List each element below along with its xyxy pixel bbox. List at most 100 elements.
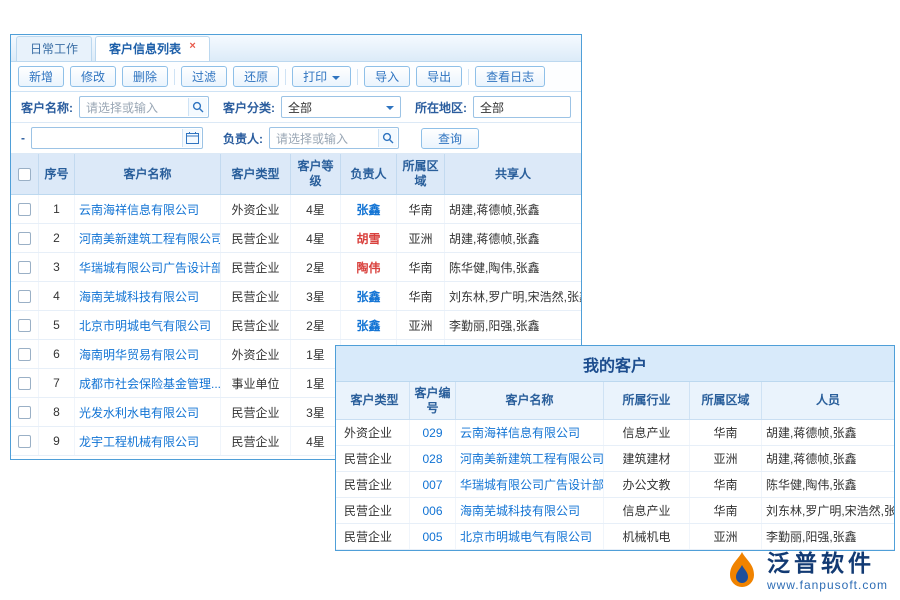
toolbar-button-add[interactable]: 新增 bbox=[18, 66, 64, 87]
toolbar-button-filter[interactable]: 过滤 bbox=[181, 66, 227, 87]
customer-name-link[interactable]: 华瑞城有限公司广告设计部 bbox=[456, 472, 604, 497]
industry: 办公文教 bbox=[604, 472, 690, 497]
my-customer-row[interactable]: 民营企业028河南美新建筑工程有限公司建筑建材亚洲胡建,蒋德帧,张鑫 bbox=[336, 446, 894, 472]
manager-input[interactable]: 请选择或输入 bbox=[269, 127, 399, 149]
header-checkbox-cell bbox=[11, 154, 39, 194]
select-all-checkbox[interactable] bbox=[18, 168, 31, 181]
customer-name-link[interactable]: 龙宇工程机械有限公司 bbox=[75, 427, 221, 455]
toolbar-button-edit[interactable]: 修改 bbox=[70, 66, 116, 87]
header-shared: 共享人 bbox=[445, 154, 581, 194]
table-header: 序号 客户名称 客户类型 客户等级 负责人 所属区域 共享人 bbox=[11, 154, 581, 195]
region: 华南 bbox=[690, 472, 762, 497]
my-customer-row[interactable]: 民营企业007华瑞城有限公司广告设计部办公文教华南陈华健,陶伟,张鑫 bbox=[336, 472, 894, 498]
region: 亚洲 bbox=[690, 446, 762, 471]
customer-name-link[interactable]: 光发水利水电有限公司 bbox=[75, 398, 221, 426]
row-checkbox[interactable] bbox=[18, 232, 31, 245]
customer-name-link[interactable]: 北京市明城电气有限公司 bbox=[456, 524, 604, 549]
region-filter-select[interactable]: 全部 bbox=[473, 96, 571, 118]
customer-name-link[interactable]: 河南美新建筑工程有限公司 bbox=[456, 446, 604, 471]
manager-link[interactable]: 张鑫 bbox=[341, 195, 397, 223]
row-checkbox[interactable] bbox=[18, 203, 31, 216]
toolbar-button-delete[interactable]: 删除 bbox=[122, 66, 168, 87]
toolbar-button-restore[interactable]: 还原 bbox=[233, 66, 279, 87]
customer-level: 1星 bbox=[291, 369, 341, 397]
customer-code-link[interactable]: 007 bbox=[410, 472, 456, 497]
my-customer-row[interactable]: 外资企业029云南海祥信息有限公司信息产业华南胡建,蒋德帧,张鑫 bbox=[336, 420, 894, 446]
tab-customer-list-label: 客户信息列表 bbox=[109, 42, 181, 56]
industry: 信息产业 bbox=[604, 498, 690, 523]
chevron-down-icon bbox=[386, 106, 394, 110]
shared-with: 李勤丽,阳强,张鑫 bbox=[445, 311, 581, 339]
table-row[interactable]: 5北京市明城电气有限公司民营企业2星张鑫亚洲李勤丽,阳强,张鑫 bbox=[11, 311, 581, 340]
row-checkbox-cell bbox=[11, 340, 39, 368]
customer-name-link[interactable]: 河南美新建筑工程有限公司 bbox=[75, 224, 221, 252]
toolbar-button-import[interactable]: 导入 bbox=[364, 66, 410, 87]
row-checkbox[interactable] bbox=[18, 406, 31, 419]
header-region: 所属区域 bbox=[690, 382, 762, 419]
customer-code-link[interactable]: 029 bbox=[410, 420, 456, 445]
customer-code-link[interactable]: 028 bbox=[410, 446, 456, 471]
customer-level: 2星 bbox=[291, 253, 341, 281]
row-checkbox[interactable] bbox=[18, 290, 31, 303]
my-customer-row[interactable]: 民营企业006海南芜城科技有限公司信息产业华南刘东林,罗广明,宋浩然,张鑫 bbox=[336, 498, 894, 524]
customer-name-link[interactable]: 成都市社会保险基金管理... bbox=[75, 369, 221, 397]
customer-name-link[interactable]: 云南海祥信息有限公司 bbox=[456, 420, 604, 445]
customer-type: 事业单位 bbox=[221, 369, 291, 397]
customer-name-link[interactable]: 北京市明城电气有限公司 bbox=[75, 311, 221, 339]
row-checkbox[interactable] bbox=[18, 319, 31, 332]
chevron-down-icon bbox=[332, 76, 340, 80]
table-row[interactable]: 4海南芜城科技有限公司民营企业3星张鑫华南刘东林,罗广明,宋浩然,张鑫 bbox=[11, 282, 581, 311]
my-customers-panel: 我的客户 客户类型 客户编号 客户名称 所属行业 所属区域 人员 外资企业029… bbox=[335, 345, 895, 551]
query-button[interactable]: 查询 bbox=[421, 128, 479, 149]
customer-code-link[interactable]: 005 bbox=[410, 524, 456, 549]
customer-category-select[interactable]: 全部 bbox=[281, 96, 401, 118]
row-checkbox-cell bbox=[11, 427, 39, 455]
search-icon[interactable] bbox=[378, 129, 397, 147]
desktop: 日常工作 客户信息列表 × 新增修改删除过滤还原打印导入导出查看日志 客户名称:… bbox=[0, 0, 900, 600]
region-filter-value: 全部 bbox=[480, 99, 504, 116]
brand-url: www.fanpusoft.com bbox=[767, 578, 888, 592]
customer-name-link[interactable]: 海南芜城科技有限公司 bbox=[456, 498, 604, 523]
customer-name-link[interactable]: 华瑞城有限公司广告设计部 bbox=[75, 253, 221, 281]
manager-link[interactable]: 陶伟 bbox=[341, 253, 397, 281]
calendar-icon[interactable] bbox=[182, 129, 201, 147]
table-row[interactable]: 1云南海祥信息有限公司外资企业4星张鑫华南胡建,蒋德帧,张鑫 bbox=[11, 195, 581, 224]
customer-level: 4星 bbox=[291, 224, 341, 252]
tab-daily-work[interactable]: 日常工作 bbox=[16, 36, 92, 61]
customer-name-link[interactable]: 海南芜城科技有限公司 bbox=[75, 282, 221, 310]
fanpu-flame-icon bbox=[725, 551, 759, 591]
fanpu-logo: 泛普软件 www.fanpusoft.com bbox=[725, 551, 888, 592]
manager-link[interactable]: 张鑫 bbox=[341, 282, 397, 310]
people: 胡建,蒋德帧,张鑫 bbox=[762, 420, 894, 445]
customer-name-link[interactable]: 云南海祥信息有限公司 bbox=[75, 195, 221, 223]
manager-link[interactable]: 胡雪 bbox=[341, 224, 397, 252]
customer-type: 民营企业 bbox=[221, 282, 291, 310]
row-checkbox[interactable] bbox=[18, 377, 31, 390]
row-no: 2 bbox=[39, 224, 75, 252]
table-row[interactable]: 3华瑞城有限公司广告设计部民营企业2星陶伟华南陈华健,陶伟,张鑫 bbox=[11, 253, 581, 282]
customer-level: 2星 bbox=[291, 311, 341, 339]
customer-type: 民营企业 bbox=[221, 311, 291, 339]
row-checkbox[interactable] bbox=[18, 435, 31, 448]
customer-level: 3星 bbox=[291, 282, 341, 310]
toolbar-divider bbox=[357, 69, 358, 85]
toolbar-button-export[interactable]: 导出 bbox=[416, 66, 462, 87]
toolbar-button-view-log[interactable]: 查看日志 bbox=[475, 66, 545, 87]
customer-category-label: 客户分类: bbox=[223, 99, 275, 116]
customer-code-link[interactable]: 006 bbox=[410, 498, 456, 523]
close-tab-icon[interactable]: × bbox=[189, 40, 195, 52]
tab-customer-list[interactable]: 客户信息列表 × bbox=[95, 36, 210, 61]
region: 亚洲 bbox=[690, 524, 762, 549]
toolbar: 新增修改删除过滤还原打印导入导出查看日志 bbox=[11, 62, 581, 92]
search-icon[interactable] bbox=[188, 98, 207, 116]
table-row[interactable]: 2河南美新建筑工程有限公司民营企业4星胡雪亚洲胡建,蒋德帧,张鑫 bbox=[11, 224, 581, 253]
manager-link[interactable]: 张鑫 bbox=[341, 311, 397, 339]
customer-name-input[interactable]: 请选择或输入 bbox=[79, 96, 209, 118]
date-input[interactable] bbox=[31, 127, 203, 149]
row-checkbox[interactable] bbox=[18, 348, 31, 361]
row-checkbox-cell bbox=[11, 398, 39, 426]
my-customer-row[interactable]: 民营企业005北京市明城电气有限公司机械机电亚洲李勤丽,阳强,张鑫 bbox=[336, 524, 894, 550]
toolbar-button-print[interactable]: 打印 bbox=[292, 66, 351, 87]
customer-name-link[interactable]: 海南明华贸易有限公司 bbox=[75, 340, 221, 368]
row-checkbox[interactable] bbox=[18, 261, 31, 274]
